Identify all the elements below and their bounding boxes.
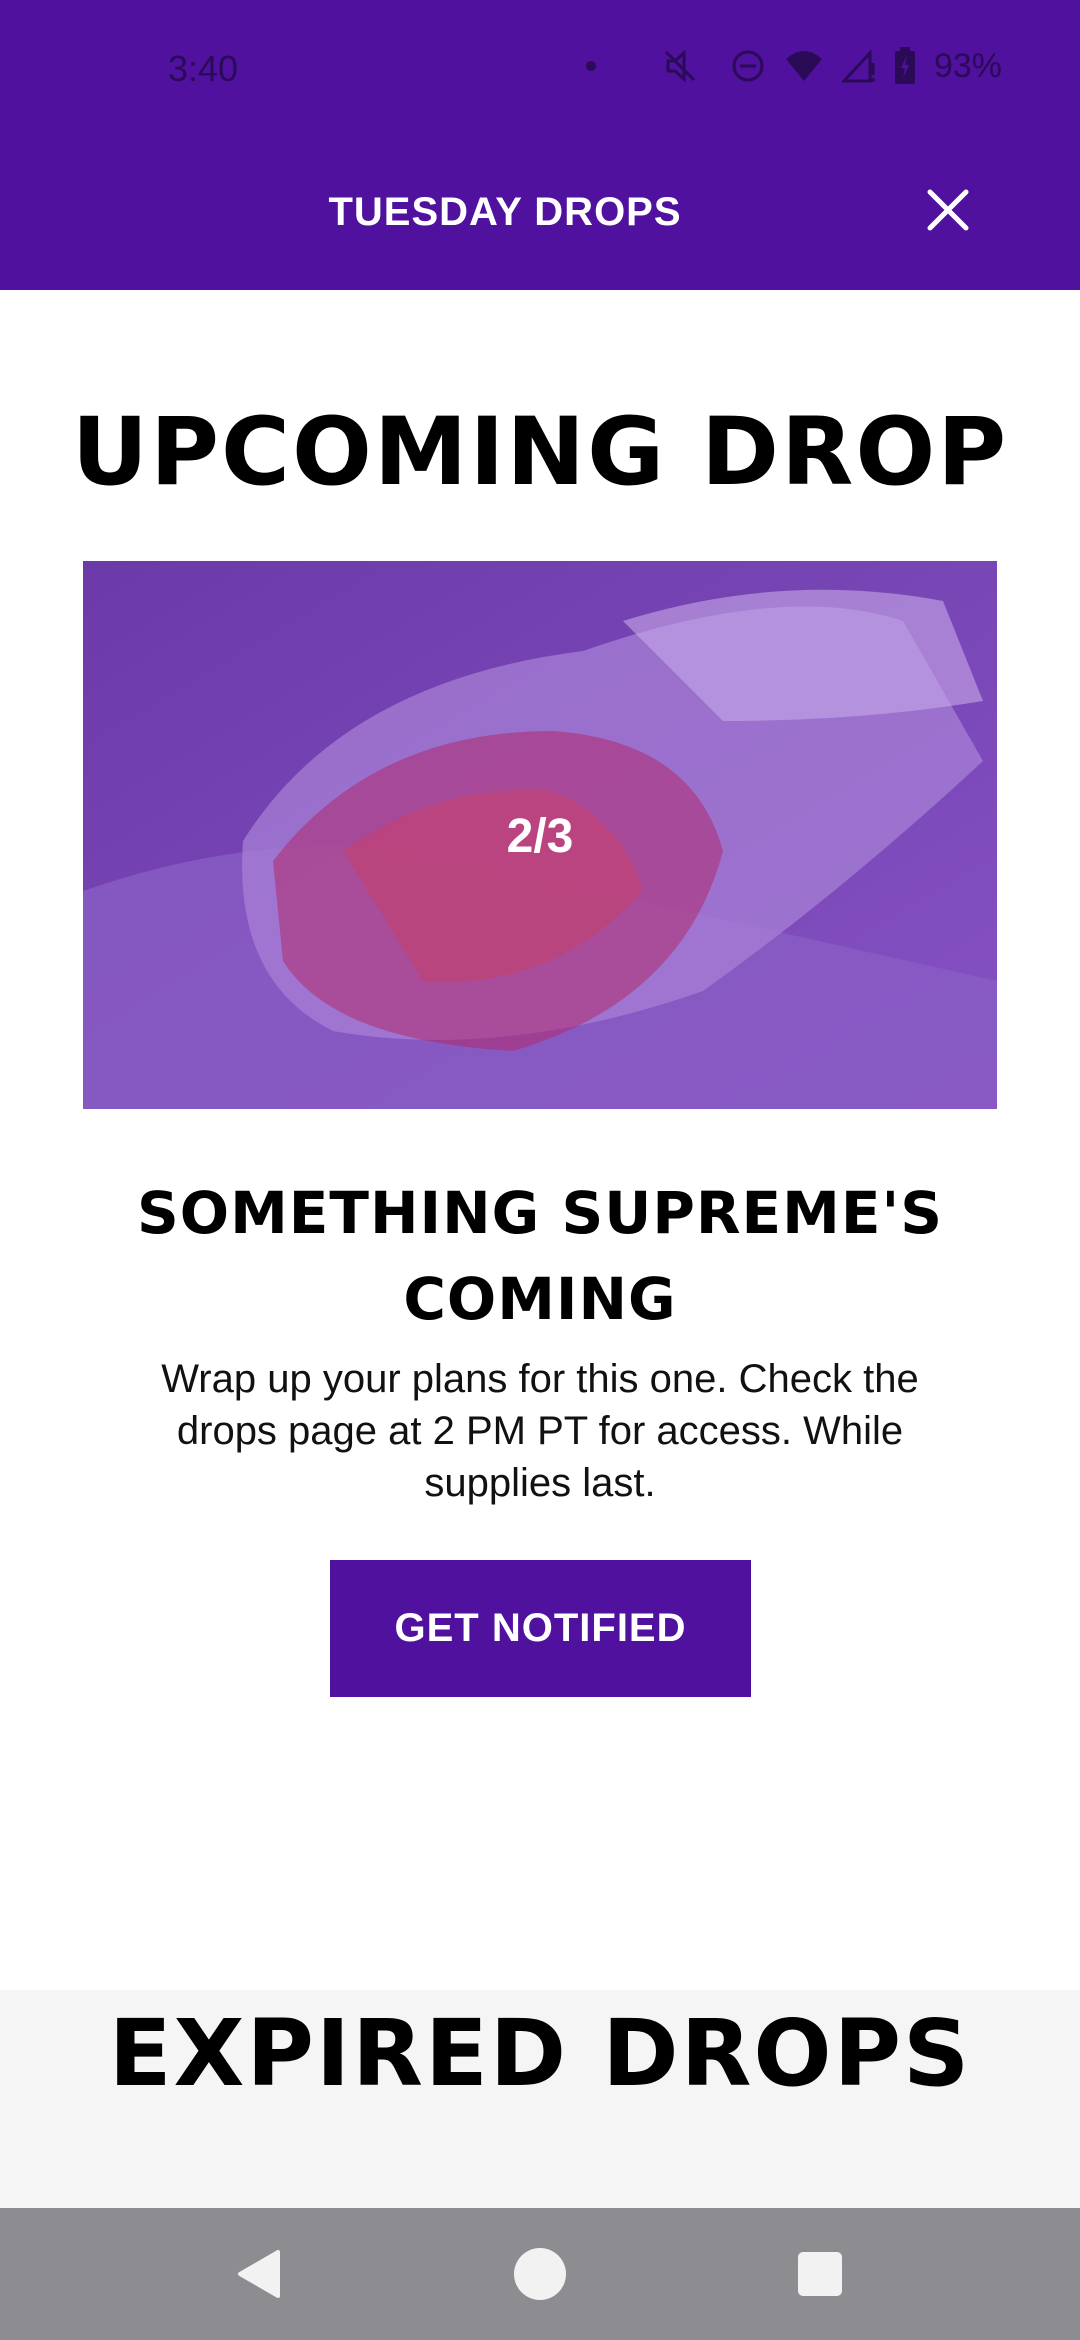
drop-description: Wrap up your plans for this one. Check t… xyxy=(161,1357,919,1505)
home-button[interactable] xyxy=(512,2246,568,2302)
recents-button[interactable] xyxy=(792,2246,848,2302)
wifi-icon xyxy=(784,49,824,83)
status-time: 3:40 xyxy=(168,48,239,89)
close-icon xyxy=(927,189,969,231)
carousel-counter: 2/3 xyxy=(506,810,574,863)
drop-image-carousel[interactable]: 2/3 xyxy=(83,561,997,1109)
back-button[interactable] xyxy=(232,2246,288,2302)
battery-percent: 93% xyxy=(933,46,1002,85)
dot-icon xyxy=(584,59,598,73)
home-icon xyxy=(514,2248,566,2300)
expired-drops-section: EXPIRED DROPS xyxy=(0,1990,1080,2208)
signal-icon xyxy=(841,49,876,83)
system-nav-bar xyxy=(0,2208,1080,2340)
recents-icon xyxy=(798,2252,842,2296)
back-icon xyxy=(238,2250,280,2298)
expired-drops-title: EXPIRED DROPS xyxy=(108,2000,972,2107)
app-header: TUESDAY DROPS xyxy=(0,140,1080,290)
dnd-icon xyxy=(730,48,766,84)
status-bar: 3:40 93% xyxy=(0,0,1080,140)
upcoming-drop-title: UPCOMING DROP xyxy=(71,398,1009,507)
status-icons: 93% xyxy=(584,44,1002,88)
page-title: TUESDAY DROPS xyxy=(328,190,682,234)
drop-heading: SOMETHING SUPREME'S COMING xyxy=(137,1179,943,1333)
battery-icon xyxy=(894,47,916,85)
close-button[interactable] xyxy=(920,182,976,238)
get-notified-button[interactable]: GET NOTIFIED xyxy=(330,1560,751,1697)
mute-icon xyxy=(660,46,700,86)
